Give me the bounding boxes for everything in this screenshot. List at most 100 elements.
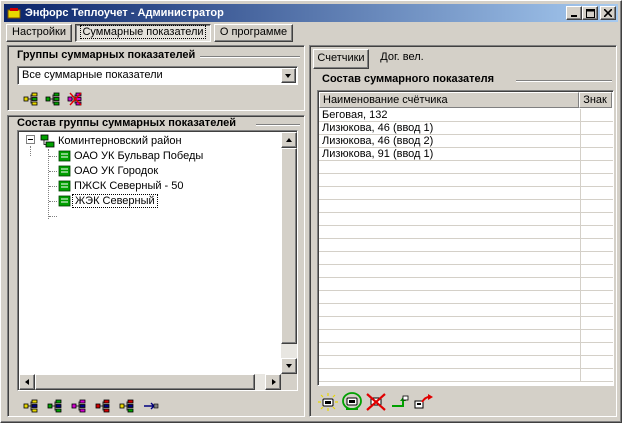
add-meter-icon[interactable] <box>317 391 339 413</box>
tree-item[interactable]: ОАО УК Городок <box>58 163 160 178</box>
scroll-down-button[interactable] <box>281 358 297 374</box>
groups-combo[interactable]: Все суммарные показатели <box>17 66 298 85</box>
collapse-toggle[interactable] <box>26 135 35 144</box>
scroll-h-thumb[interactable] <box>35 374 255 390</box>
tree-root-label: Коминтерновский район <box>58 134 182 147</box>
table-row[interactable]: Лизюкова, 46 (ввод 1) <box>319 122 613 135</box>
delete-meter-icon[interactable] <box>365 391 387 413</box>
groups-panel: Группы суммарных показателей Все суммарн… <box>7 45 305 111</box>
about-button[interactable]: О программе <box>214 24 293 42</box>
table-row[interactable]: Лизюкова, 46 (ввод 2) <box>319 135 613 148</box>
scroll-thumb[interactable] <box>281 148 297 344</box>
meters-toolbar <box>317 391 435 413</box>
move-up-icon[interactable] <box>94 398 112 414</box>
table-row[interactable] <box>319 213 613 226</box>
meter-name-cell <box>319 369 581 382</box>
scroll-right-button[interactable] <box>265 374 281 390</box>
table-row[interactable] <box>319 356 613 369</box>
meter-sign-cell <box>581 343 613 356</box>
minus-icon <box>28 139 33 140</box>
table-row[interactable] <box>319 174 613 187</box>
meter-sign-cell <box>581 200 613 213</box>
edit-group-icon[interactable] <box>44 91 62 107</box>
tree-horizontal-scrollbar[interactable] <box>19 374 281 390</box>
settings-label: Настройки <box>12 26 66 38</box>
scroll-left-button[interactable] <box>19 374 35 390</box>
group-tree[interactable]: Коминтерновский район ОАО УК Бульвар Поб… <box>17 130 298 391</box>
edit-meter-icon[interactable] <box>341 391 363 413</box>
minimize-icon <box>567 7 581 19</box>
groups-title: Группы суммарных показателей <box>17 49 196 61</box>
move-down-icon[interactable] <box>118 398 136 414</box>
column-header-sign[interactable]: Знак <box>579 92 612 108</box>
meters-grid[interactable]: Наименование счётчика Знак Беговая, 132 Л… <box>317 90 614 386</box>
table-row[interactable]: Беговая, 132 <box>319 109 613 122</box>
table-row[interactable] <box>319 200 613 213</box>
summary-label: Суммарные показатели <box>80 25 206 39</box>
title-bar[interactable]: Энфорс Теплоучет - Администратор <box>4 4 618 22</box>
about-label: О программе <box>219 26 288 38</box>
table-row[interactable] <box>319 265 613 278</box>
tree-item-label: ОАО УК Городок <box>74 164 159 177</box>
table-row[interactable] <box>319 187 613 200</box>
table-row[interactable] <box>319 369 613 382</box>
table-row[interactable] <box>319 343 613 356</box>
close-button[interactable] <box>600 6 616 20</box>
group-node-icon <box>40 134 56 148</box>
tree-root[interactable]: Коминтерновский район <box>40 133 184 148</box>
meter-sign-cell <box>581 330 613 343</box>
table-row[interactable] <box>319 304 613 317</box>
table-row[interactable] <box>319 226 613 239</box>
meter-sign-cell <box>581 122 613 135</box>
meter-name-cell <box>319 317 581 330</box>
minimize-button[interactable] <box>566 6 582 20</box>
composition-title-divider <box>256 124 300 126</box>
table-row[interactable] <box>319 278 613 291</box>
groups-combo-dropdown[interactable] <box>281 68 296 83</box>
sign-toggle-icon[interactable] <box>389 391 411 413</box>
tree-item-selected[interactable]: ЖЭК Северный <box>58 193 158 208</box>
main-window: Энфорс Теплоучет - Администратор Настрой… <box>0 0 622 423</box>
transfer-icon[interactable] <box>142 398 160 414</box>
table-row[interactable] <box>319 317 613 330</box>
settings-button[interactable]: Настройки <box>6 24 72 42</box>
meter-sign-cell <box>581 356 613 369</box>
table-row[interactable] <box>319 291 613 304</box>
summary-button[interactable]: Суммарные показатели <box>75 24 211 42</box>
tree-line <box>49 216 57 217</box>
meter-name-cell: Беговая, 132 <box>319 109 581 122</box>
meter-sign-cell <box>581 369 613 382</box>
add-group-icon[interactable] <box>22 91 40 107</box>
groups-combo-value: Все суммарные показатели <box>22 69 163 81</box>
meter-name-cell <box>319 187 581 200</box>
add-subnode-icon[interactable] <box>46 398 64 414</box>
composition-title: Состав группы суммарных показателей <box>17 117 237 129</box>
tree-item[interactable]: ПЖСК Северный - 50 <box>58 178 186 193</box>
indicator-node-icon <box>58 165 72 177</box>
meter-sign-cell <box>581 174 613 187</box>
add-node-icon[interactable] <box>22 398 40 414</box>
column-header-name[interactable]: Наименование счётчика <box>319 92 580 108</box>
delete-group-icon[interactable] <box>66 91 84 107</box>
table-row[interactable] <box>319 161 613 174</box>
tab-meters[interactable]: Счетчики <box>313 49 369 69</box>
indicator-node-icon <box>58 150 72 162</box>
table-row[interactable]: Лизюкова, 91 (ввод 1) <box>319 148 613 161</box>
tab-contract-values[interactable]: Дог. вел. <box>373 49 431 69</box>
meter-name-cell <box>319 213 581 226</box>
tree-vertical-scrollbar[interactable] <box>281 132 297 374</box>
tab-contract-values-label: Дог. вел. <box>380 51 424 63</box>
tree-item[interactable]: ОАО УК Бульвар Победы <box>58 148 205 163</box>
maximize-button[interactable] <box>582 6 598 20</box>
meter-sign-cell <box>581 148 613 161</box>
delete-node-icon[interactable] <box>70 398 88 414</box>
arrow-up-icon <box>286 138 292 142</box>
export-icon[interactable] <box>413 391 435 413</box>
scroll-up-button[interactable] <box>281 132 297 148</box>
table-row[interactable] <box>319 239 613 252</box>
table-row[interactable] <box>319 330 613 343</box>
meter-sign-cell <box>581 239 613 252</box>
indicator-composition-title: Состав суммарного показателя <box>322 73 495 85</box>
meter-name-cell <box>319 226 581 239</box>
table-row[interactable] <box>319 252 613 265</box>
